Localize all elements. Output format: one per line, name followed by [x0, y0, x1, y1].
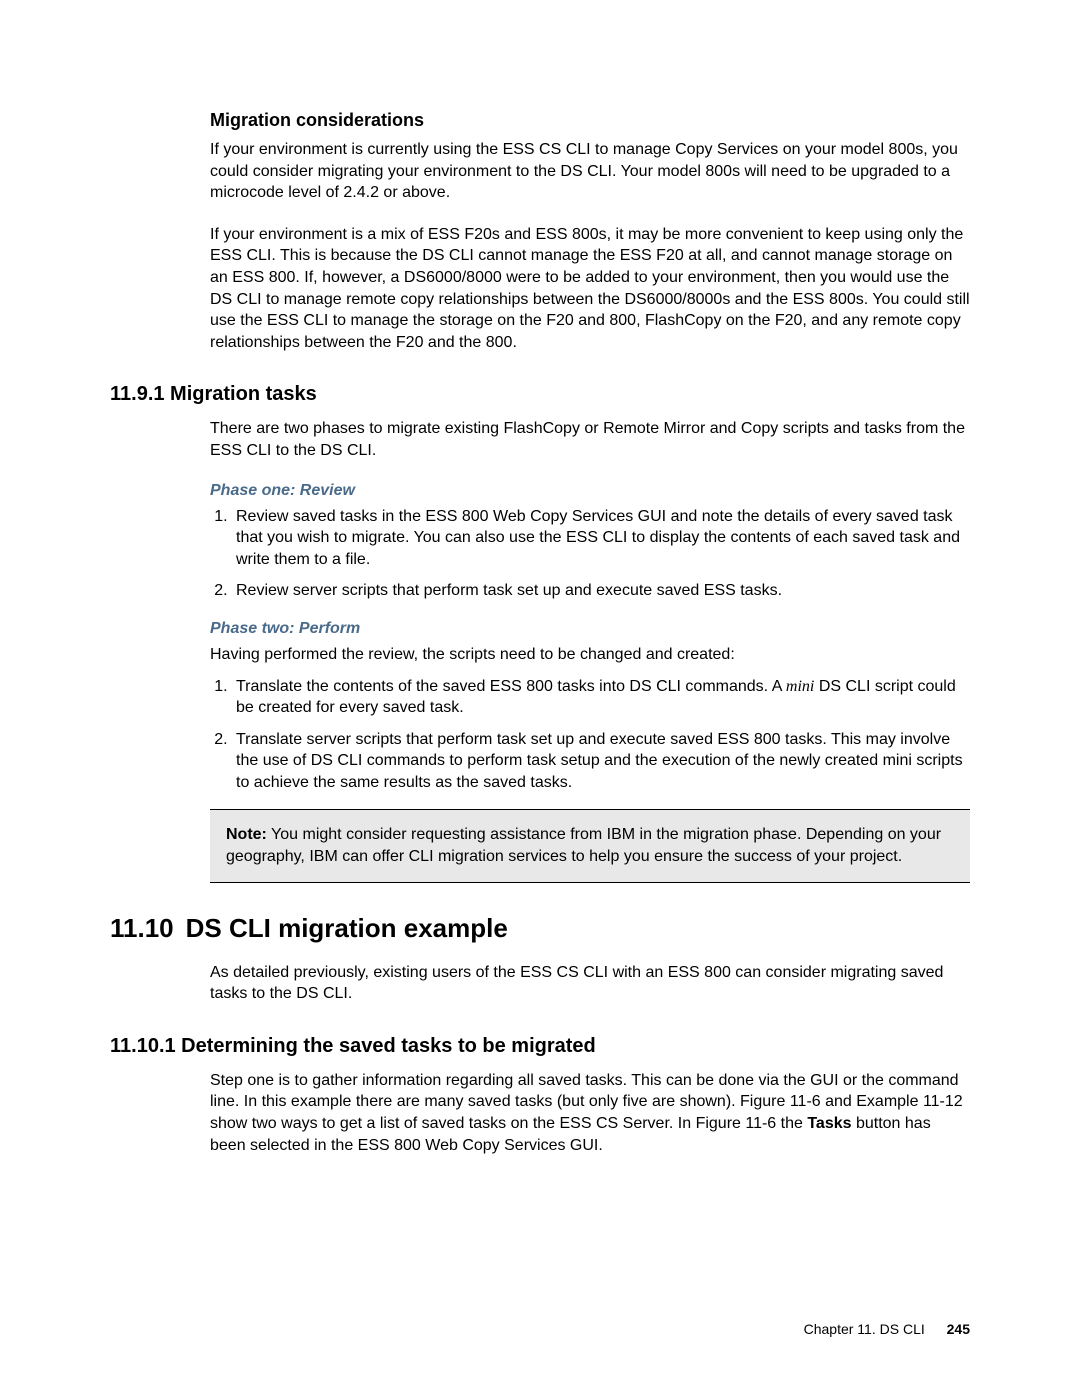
heading-11-10-1: 11.10.1 Determining the saved tasks to b… — [110, 1035, 970, 1058]
para-migration-considerations-2: If your environment is a mix of ESS F20s… — [210, 224, 970, 354]
text-fragment: Translate the contents of the saved ESS … — [236, 678, 786, 695]
footer-chapter-ref: Chapter 11. DS CLI — [804, 1321, 925, 1337]
heading-phase-one: Phase one: Review — [210, 482, 970, 500]
heading-title: DS CLI migration example — [186, 913, 508, 943]
note-text: You might consider requesting assistance… — [226, 826, 941, 865]
list-phase-one: Review saved tasks in the ESS 800 Web Co… — [210, 506, 970, 602]
page-content: Migration considerations If your environ… — [0, 0, 1080, 1156]
list-item: Review saved tasks in the ESS 800 Web Co… — [232, 506, 970, 571]
note-box: Note: You might consider requesting assi… — [210, 809, 970, 882]
list-item: Translate the contents of the saved ESS … — [232, 676, 970, 719]
heading-11-9-1: 11.9.1 Migration tasks — [110, 383, 970, 406]
heading-11-10: 11.10 DS CLI migration example — [110, 913, 970, 944]
note-label: Note: — [226, 826, 267, 843]
list-item: Review server scripts that perform task … — [232, 580, 970, 602]
italic-mini: mini — [786, 678, 814, 695]
list-phase-two: Translate the contents of the saved ESS … — [210, 676, 970, 794]
para-11-10-1: Step one is to gather information regard… — [210, 1070, 970, 1156]
list-item: Translate server scripts that perform ta… — [232, 729, 970, 794]
para-11-10-intro: As detailed previously, existing users o… — [210, 962, 970, 1005]
heading-migration-considerations: Migration considerations — [210, 110, 970, 131]
para-11-9-1-intro: There are two phases to migrate existing… — [210, 418, 970, 461]
footer-page-number: 245 — [947, 1321, 970, 1337]
bold-tasks: Tasks — [807, 1115, 851, 1132]
para-phase-two-intro: Having performed the review, the scripts… — [210, 644, 970, 666]
heading-number: 11.10 — [110, 913, 174, 943]
para-migration-considerations-1: If your environment is currently using t… — [210, 139, 970, 204]
heading-phase-two: Phase two: Perform — [210, 620, 970, 638]
page-footer: Chapter 11. DS CLI 245 — [804, 1321, 970, 1337]
